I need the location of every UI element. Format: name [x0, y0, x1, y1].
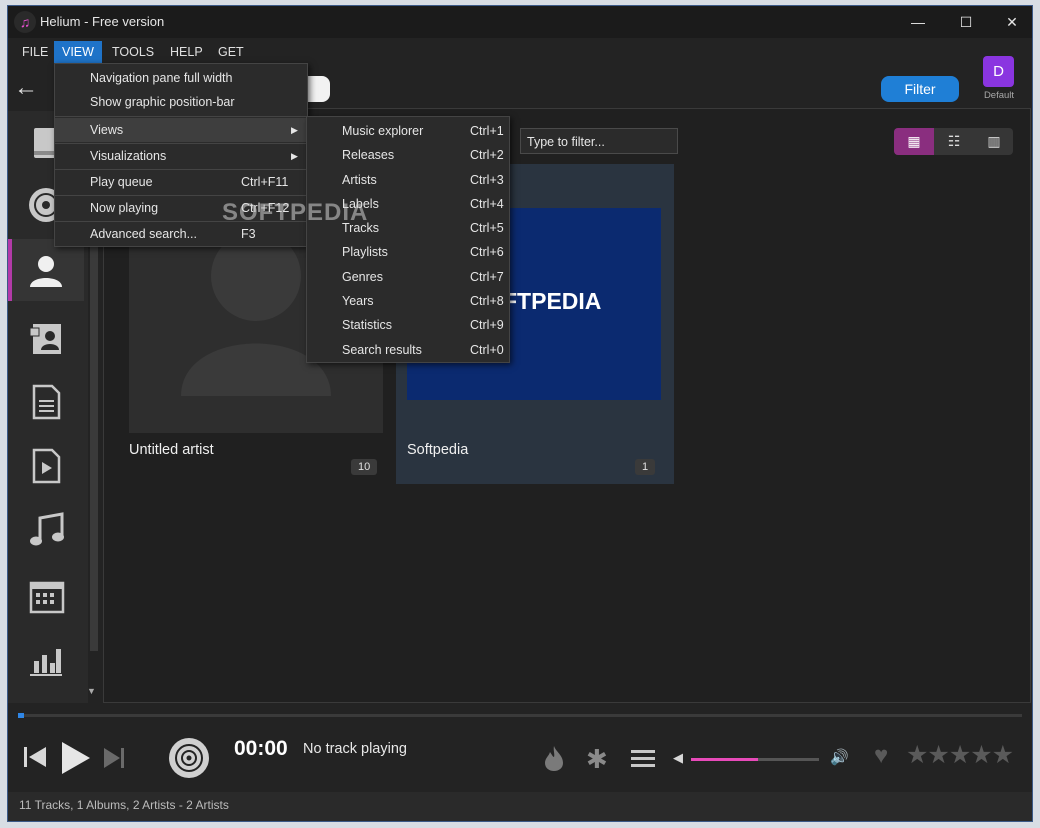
rating-stars-icon[interactable]: ★★★★★: [906, 740, 1014, 770]
volume-high-icon[interactable]: 🔊: [830, 748, 849, 766]
menu-item-play-queue[interactable]: Play queue Ctrl+F11: [55, 170, 307, 194]
menu-item-advanced-search[interactable]: Advanced search... F3: [55, 222, 307, 246]
filter-button[interactable]: Filter: [881, 76, 959, 102]
locked-calendar-icon: [29, 581, 65, 614]
close-icon[interactable]: ✕: [992, 10, 1032, 34]
volume-level: [691, 758, 758, 761]
artist-track-count: 10: [351, 459, 378, 475]
position-bar-handle[interactable]: [18, 713, 24, 718]
submenu-arrow-icon: ▶: [291, 151, 298, 161]
menu-help[interactable]: HELP: [162, 41, 211, 63]
view-menu-dropdown: Navigation pane full width Show graphic …: [54, 63, 308, 247]
artist-name: Untitled artist: [129, 442, 214, 458]
locked-music-note-icon: [30, 512, 64, 546]
nav-statistics[interactable]: [8, 627, 84, 689]
submenu-item-genres[interactable]: Genres Ctrl+7: [307, 265, 509, 289]
scroll-down-icon[interactable]: ▼: [87, 686, 96, 696]
now-playing-status: No track playing: [303, 741, 407, 757]
nav-years[interactable]: [8, 563, 84, 625]
softpedia-logo-text: FTPEDIA: [503, 288, 602, 314]
submenu-item-tracks[interactable]: Tracks Ctrl+5: [307, 216, 509, 240]
nav-tracks[interactable]: [8, 370, 84, 432]
menu-view[interactable]: VIEW: [54, 41, 102, 63]
grid-view-icon[interactable]: ▦: [894, 128, 934, 155]
window-title: Helium - Free version: [40, 14, 165, 29]
menu-item-navigation-pane-full-width[interactable]: Navigation pane full width: [55, 66, 307, 90]
submenu-item-releases[interactable]: Releases Ctrl+2: [307, 143, 509, 167]
menu-item-visualizations[interactable]: Visualizations ▶: [55, 144, 307, 168]
flame-icon[interactable]: [542, 744, 566, 772]
locked-contacts-icon: [29, 324, 61, 354]
menu-item-show-graphic-position-bar[interactable]: Show graphic position-bar: [55, 90, 307, 114]
current-time: 00:00: [234, 737, 288, 760]
submenu-item-artists[interactable]: Artists Ctrl+3: [307, 168, 509, 192]
menu-item-now-playing[interactable]: Now playing Ctrl+F12: [55, 196, 307, 220]
submenu-item-search-results[interactable]: Search results Ctrl+0: [307, 338, 509, 362]
submenu-item-labels[interactable]: Labels Ctrl+4: [307, 192, 509, 216]
artist-track-count: 1: [635, 459, 656, 475]
submenu-item-statistics[interactable]: Statistics Ctrl+9: [307, 313, 509, 337]
back-arrow-icon[interactable]: ←: [14, 74, 38, 102]
position-bar[interactable]: [18, 714, 1022, 717]
detail-view-icon[interactable]: ▥: [974, 128, 1013, 155]
status-bar: 11 Tracks, 1 Albums, 2 Artists - 2 Artis…: [8, 792, 1032, 821]
nav-artists[interactable]: [8, 239, 84, 301]
menu-item-views[interactable]: Views ▶: [55, 118, 307, 142]
volume-low-icon[interactable]: ◀: [673, 750, 683, 766]
document-list-icon: [32, 384, 61, 420]
nav-labels[interactable]: [8, 306, 84, 368]
artist-person-icon: [30, 256, 62, 287]
menu-file[interactable]: FILE: [14, 41, 56, 63]
menu-tools[interactable]: TOOLS: [104, 41, 162, 63]
artist-name: Softpedia: [407, 442, 469, 458]
menu-get-premium[interactable]: GET PREMIUM VERSION: [210, 41, 285, 103]
queue-list-icon[interactable]: [630, 748, 656, 768]
profile-name: Default: [983, 90, 1015, 101]
locked-statistics-icon: [30, 649, 62, 676]
view-mode-toggle: ▦ ☷ ▥: [894, 128, 1013, 155]
helium-window: ♫ Helium - Free version — ☐ ✕ FILE VIEW …: [7, 5, 1033, 822]
type-to-filter-input[interactable]: Type to filter...: [520, 128, 678, 154]
title-bar: ♫ Helium - Free version — ☐ ✕: [8, 6, 1032, 38]
heart-icon[interactable]: ♥: [874, 742, 888, 770]
nav-playlists[interactable]: [8, 498, 84, 560]
menu-separator: [55, 116, 307, 117]
list-view-icon[interactable]: ☷: [934, 128, 974, 155]
next-track-icon[interactable]: [102, 746, 126, 770]
submenu-item-playlists[interactable]: Playlists Ctrl+6: [307, 240, 509, 264]
previous-track-icon[interactable]: [22, 744, 48, 770]
video-file-icon: [32, 448, 61, 484]
minimize-icon[interactable]: —: [898, 10, 938, 34]
helium-app-icon: ♫: [14, 11, 36, 33]
disc-icon: [169, 738, 209, 778]
views-submenu: Music explorer Ctrl+1 Releases Ctrl+2 Arti…: [306, 116, 510, 363]
nav-videos[interactable]: [8, 434, 84, 496]
maximize-icon[interactable]: ☐: [946, 10, 986, 34]
profile-avatar[interactable]: D: [983, 56, 1014, 87]
submenu-item-years[interactable]: Years Ctrl+8: [307, 289, 509, 313]
play-icon[interactable]: [58, 740, 92, 776]
asterisk-icon[interactable]: ✱: [586, 744, 608, 775]
submenu-item-music-explorer[interactable]: Music explorer Ctrl+1: [307, 119, 509, 143]
submenu-arrow-icon: ▶: [291, 125, 298, 135]
